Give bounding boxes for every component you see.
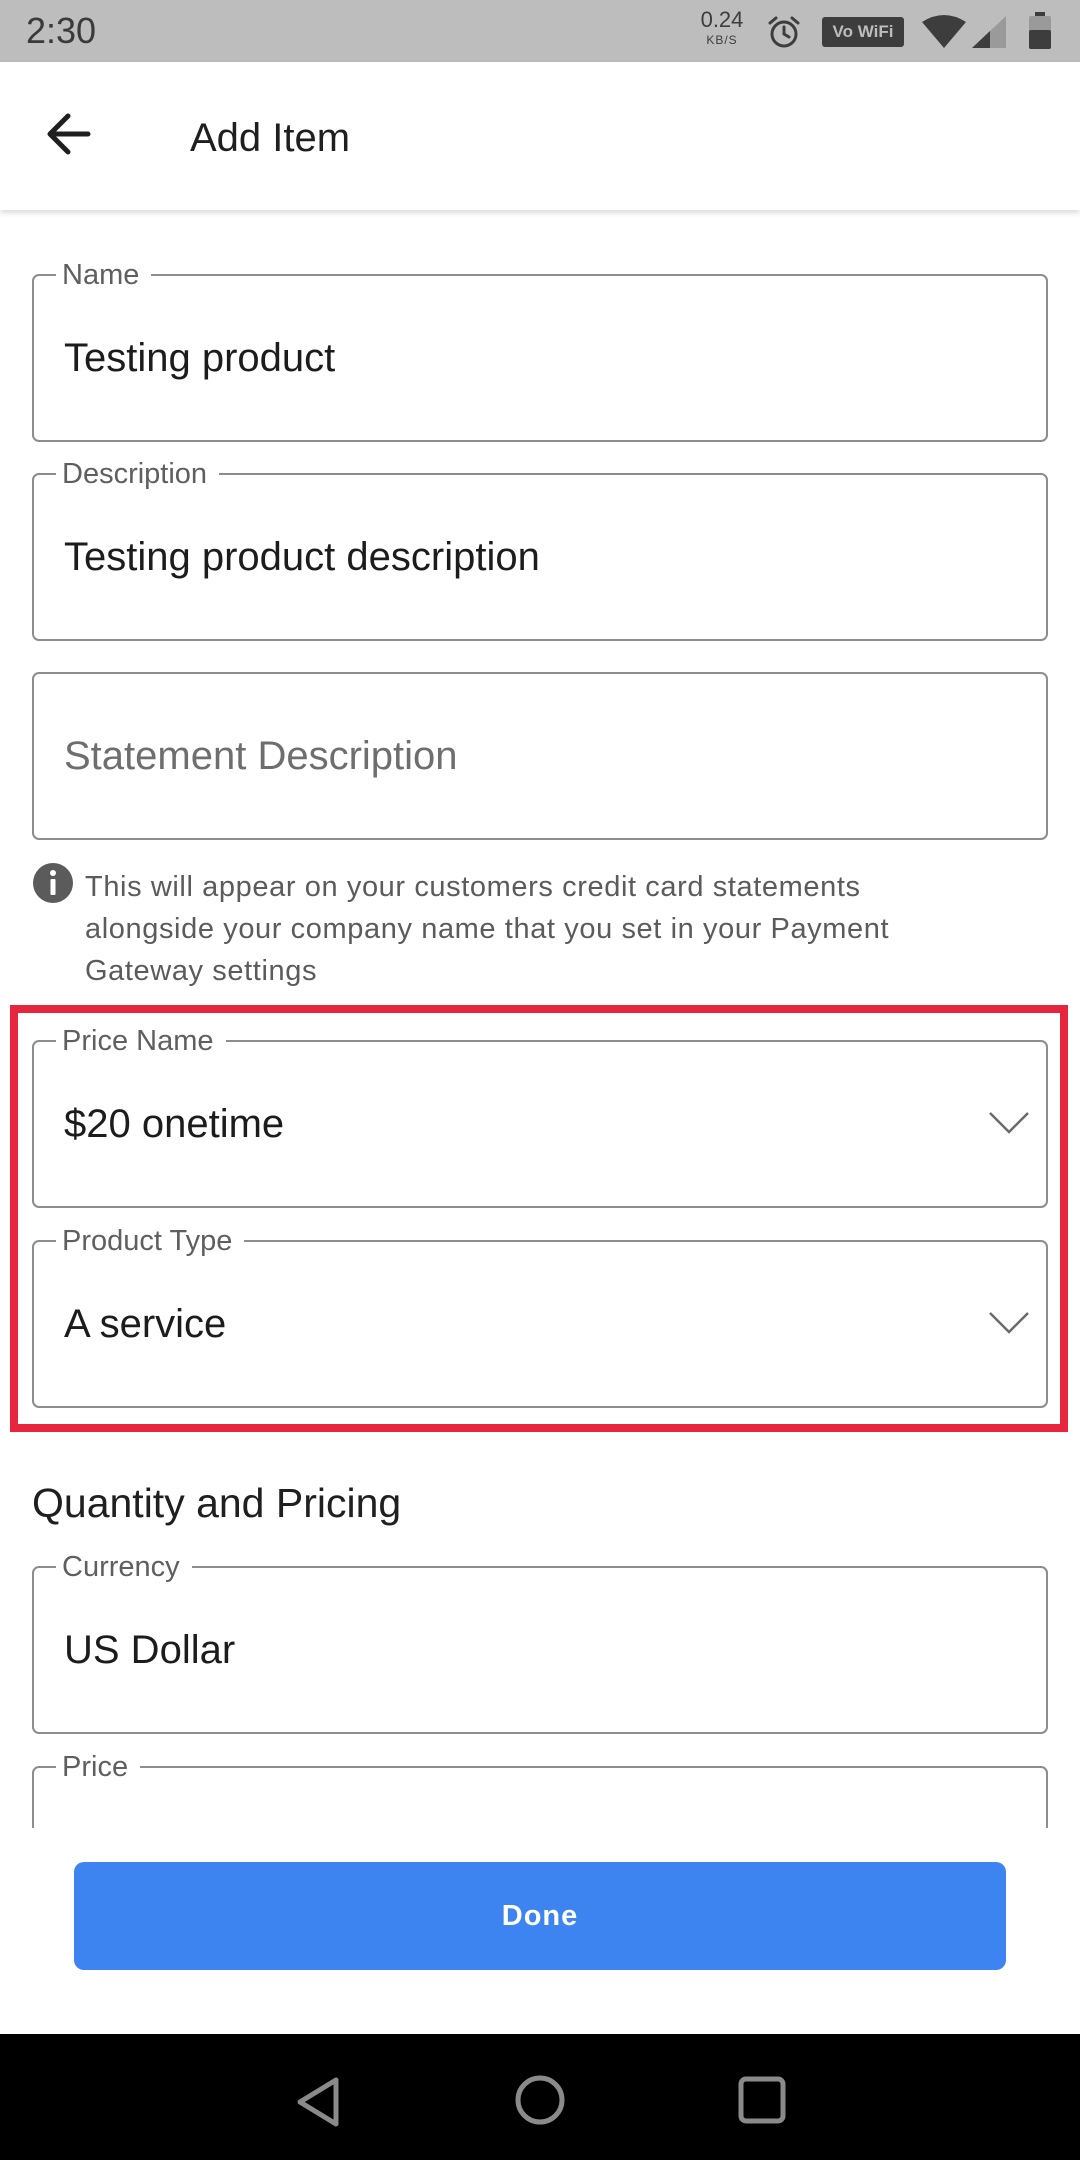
price-name-dropdown[interactable]: Price Name $20 onetime [32,1024,1048,1208]
app-bar: Add Item [0,62,1080,210]
description-field-label: Description [56,457,220,491]
name-field-label: Name [56,258,152,292]
done-button[interactable]: Done [74,1862,1006,1970]
signal-icon [972,16,1006,48]
price-name-value: $20 onetime [64,1102,285,1146]
price-name-label: Price Name [56,1024,226,1058]
nav-home-icon[interactable] [512,2072,568,2128]
currency-field-label: Currency [56,1550,192,1584]
product-type-dropdown[interactable]: Product Type A service [32,1224,1048,1408]
price-field[interactable]: Price [32,1750,1048,1828]
page-title: Add Item [190,116,351,160]
network-speed: 0.24 KB/S [694,7,750,47]
alarm-icon [768,16,800,48]
network-speed-unit: KB/S [706,33,738,47]
arrow-left-icon[interactable] [40,106,104,162]
network-speed-value: 0.24 [700,7,744,32]
description-field[interactable]: Description Testing product description [32,457,1048,641]
status-bar: 2:30 0.24 KB/S Vo WiFi [0,0,1080,62]
quantity-pricing-heading: Quantity and Pricing [32,1480,402,1526]
battery-icon [1029,12,1051,49]
price-field-label: Price [56,1750,141,1784]
info-icon [33,863,73,903]
status-time: 2:30 [26,10,97,51]
currency-field-value[interactable]: US Dollar [64,1626,235,1674]
name-field[interactable]: Name Testing product [32,258,1048,442]
nav-recents-icon[interactable] [736,2074,788,2126]
scroll-clip: Price [0,1700,1080,1828]
statement-description-placeholder[interactable]: Statement Description [64,732,458,780]
chevron-down-icon [989,1312,1029,1334]
product-type-label: Product Type [56,1224,245,1258]
name-field-value[interactable]: Testing product [64,334,335,382]
product-type-value: A service [64,1302,227,1346]
description-field-value[interactable]: Testing product description [64,533,540,581]
statement-description-field[interactable]: Statement Description [32,672,1048,840]
navigation-bar [0,2034,1080,2160]
vowifi-badge: Vo WiFi [822,17,904,47]
chevron-down-icon [989,1112,1029,1134]
nav-back-icon[interactable] [290,2074,350,2130]
wifi-icon [922,15,966,48]
statement-info-text: This will appear on your customers credi… [85,871,890,987]
